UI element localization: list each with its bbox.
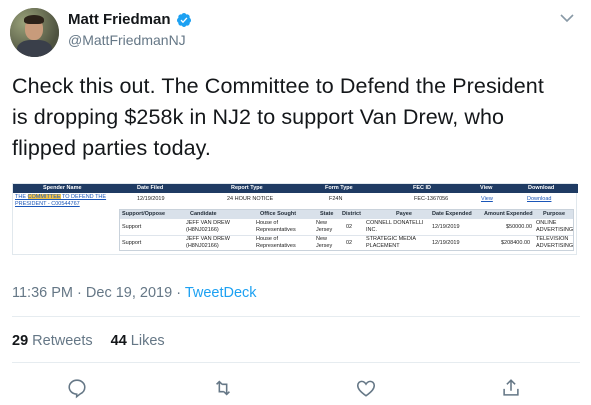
retweets-count: 29 — [12, 333, 29, 349]
verified-badge-icon — [177, 13, 192, 27]
tweet-text: Check this out. The Committee to Defend … — [12, 71, 582, 164]
detail-payee: INC. — [366, 227, 377, 233]
detail-candidate-id: (H8NJ02166) — [186, 243, 219, 249]
author-name[interactable]: Matt Friedman — [68, 11, 171, 28]
detail-candidate: JEFF VAN DREW — [186, 236, 230, 242]
detail-date: 12/19/2019 — [432, 224, 460, 230]
detail-candidate-id: (H8NJ02166) — [186, 227, 219, 233]
detail-district: 02 — [346, 224, 353, 230]
report-type: 24 HOUR NOTICE — [227, 196, 274, 202]
tweet-time[interactable]: 11:36 PM — [12, 285, 73, 301]
retweets-label: Retweets — [32, 333, 93, 349]
detail-purpose: ADVERTISING — [536, 227, 574, 233]
meta-separator: · — [176, 285, 182, 301]
detail-support: Support — [122, 224, 142, 230]
fec-table-header: Spender Name Date Filed Report Type Form… — [13, 184, 578, 193]
fec-id: FEC-1367056 — [414, 196, 449, 202]
detail-header: Support/Oppose Candidate Office Sought S… — [120, 210, 573, 219]
detail-office: Representatives — [256, 243, 296, 249]
tweet-date[interactable]: Dec 19, 2019 — [86, 285, 172, 301]
detail-support: Support — [122, 240, 142, 246]
retweet-icon[interactable] — [212, 377, 234, 399]
spender-highlight: COMMITTEE — [27, 194, 61, 200]
share-icon[interactable] — [500, 377, 522, 399]
detail-office: House of — [256, 220, 279, 226]
col-amount-expended: Amount Expended — [484, 211, 533, 217]
detail-state: Jersey — [316, 227, 333, 233]
tweet-stats: 29 Retweets 44 Likes — [12, 333, 165, 349]
download-link[interactable]: Download — [527, 196, 551, 203]
date-filed: 12/19/2019 — [137, 196, 165, 202]
col-support-oppose: Support/Oppose — [122, 211, 166, 217]
col-view: View — [480, 185, 493, 191]
tweet-text-line: flipped parties today. — [12, 136, 212, 160]
col-purpose: Purpose — [543, 211, 566, 217]
detail-state: New — [316, 236, 328, 242]
spender-prefix: THE — [15, 194, 28, 200]
detail-date: 12/19/2019 — [432, 240, 460, 246]
col-candidate: Candidate — [190, 211, 217, 217]
detail-office: Representatives — [256, 227, 296, 233]
col-office-sought: Office Sought — [260, 211, 297, 217]
reply-icon[interactable] — [66, 377, 88, 399]
tweet-actions — [0, 377, 591, 401]
detail-payee: PLACEMENT — [366, 243, 400, 249]
likes-label: Likes — [130, 333, 165, 349]
col-district: District — [342, 211, 361, 217]
col-download: Download — [528, 185, 555, 191]
author-handle[interactable]: @MattFriedmanNJ — [68, 32, 186, 48]
like-icon[interactable] — [355, 377, 377, 399]
meta-separator: · — [77, 285, 82, 301]
likes-stat[interactable]: 44 Likes — [111, 333, 165, 349]
col-fec-id: FEC ID — [413, 185, 432, 191]
spender-link[interactable]: THE COMMITTEE TO DEFEND THE — [15, 194, 106, 201]
form-type: F24N — [329, 196, 343, 202]
spender-id[interactable]: PRESIDENT - C00544767 — [15, 201, 80, 208]
expenditure-detail-table: Support/Oppose Candidate Office Sought S… — [119, 209, 574, 251]
spender-rest: TO DEFEND THE — [60, 194, 107, 200]
detail-state: Jersey — [316, 243, 333, 249]
chevron-down-icon[interactable] — [559, 12, 575, 24]
detail-purpose: ADVERTISING — [536, 243, 574, 249]
tweet-text-line: Check this out. The Committee to Defend … — [12, 74, 544, 98]
divider — [12, 316, 580, 317]
retweets-stat[interactable]: 29 Retweets — [12, 333, 93, 349]
detail-state: New — [316, 220, 328, 226]
detail-purpose: TELEVISION — [536, 236, 569, 242]
detail-district: 02 — [346, 240, 353, 246]
tweet-text-line: is dropping $258k in NJ2 to support Van … — [12, 105, 505, 129]
detail-office: House of — [256, 236, 279, 242]
view-link[interactable]: View — [481, 196, 493, 203]
detail-amount: $208400.00 — [501, 240, 531, 246]
detail-payee: CONNELL DONATELLI — [366, 220, 424, 226]
tweet-card: Matt Friedman @MattFriedmanNJ Check this… — [0, 0, 591, 405]
avatar[interactable] — [10, 8, 59, 57]
likes-count: 44 — [110, 333, 127, 349]
divider — [12, 362, 580, 363]
detail-candidate: JEFF VAN DREW — [186, 220, 230, 226]
detail-purpose: ONLINE — [536, 220, 557, 226]
embedded-image[interactable]: Spender Name Date Filed Report Type Form… — [12, 183, 578, 255]
col-state: State — [320, 211, 334, 217]
col-spender-name: Spender Name — [43, 185, 82, 191]
tweet-meta: 11:36 PM · Dec 19, 2019 · TweetDeck — [12, 285, 257, 301]
col-form-type: Form Type — [325, 185, 353, 191]
col-date-filed: Date Filed — [137, 185, 164, 191]
tweet-source-link[interactable]: TweetDeck — [185, 285, 257, 301]
detail-payee: STRATEGIC MEDIA — [366, 236, 417, 242]
detail-amount: $50000.00 — [506, 224, 532, 230]
col-payee: Payee — [396, 211, 412, 217]
col-report-type: Report Type — [231, 185, 263, 191]
col-date-expended: Date Expended — [432, 211, 472, 217]
